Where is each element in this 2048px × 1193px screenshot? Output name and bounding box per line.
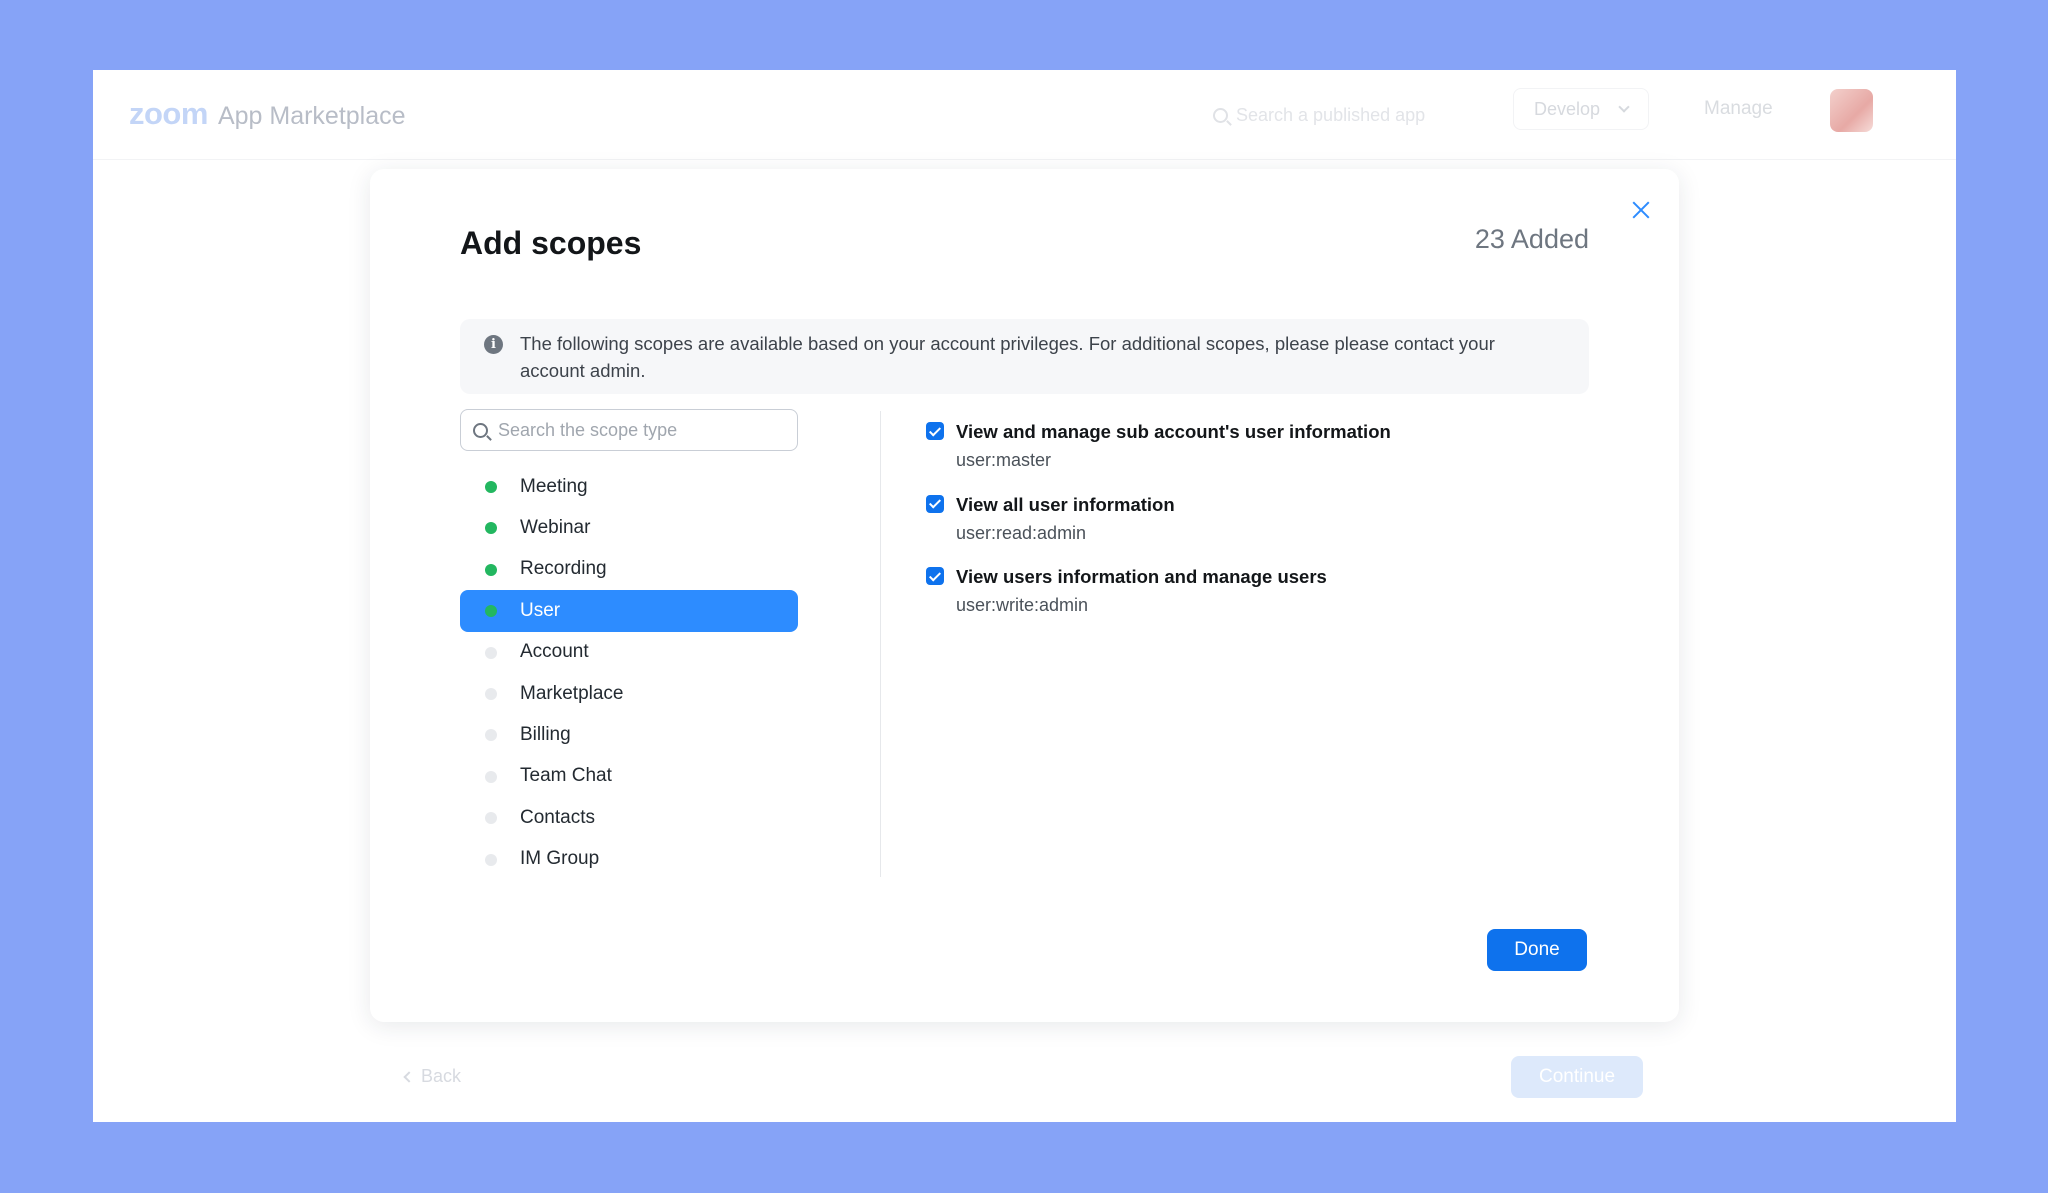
scope-search-input[interactable] [498,419,788,441]
scope-item: View and manage sub account's user infor… [926,419,1606,492]
category-label: Meeting [520,475,588,497]
dialog-title: Add scopes [460,225,642,261]
search-icon [1213,107,1228,123]
status-dot [485,563,497,576]
category-label: Webinar [520,517,591,539]
info-text: The following scopes are available based… [520,333,1495,381]
avatar[interactable] [1830,89,1873,132]
scope-checkbox[interactable] [926,494,944,513]
search-icon [473,422,488,438]
category-label: IM Group [520,848,600,870]
info-icon: i [484,335,503,354]
chevron-left-icon [403,1070,415,1083]
category-item[interactable]: Recording [460,549,798,590]
add-scopes-dialog: Add scopes 23 Added i The following scop… [370,169,1679,1022]
close-icon[interactable] [1627,196,1655,224]
scope-title: View all user information [956,493,1175,515]
manage-link[interactable]: Manage [1704,98,1773,120]
status-dot [485,522,497,535]
status-dot [485,729,497,742]
category-label: Recording [520,558,607,580]
scope-code: user:write:admin [956,595,1089,615]
scope-item: View all user information user:read:admi… [926,492,1606,565]
scope-title: View and manage sub account's user infor… [956,421,1391,442]
develop-dropdown[interactable]: Develop [1513,88,1649,130]
app-search[interactable]: Search a published app [1213,98,1453,132]
category-label: Marketplace [520,682,624,704]
status-dot [485,853,497,866]
zoom-logo: zoom [129,96,208,131]
category-label: Contacts [520,806,595,828]
app-search-placeholder: Search a published app [1236,104,1426,125]
status-dot [485,646,497,659]
category-item[interactable]: Meeting [460,466,798,507]
continue-button[interactable]: Continue [1511,1056,1643,1098]
status-dot [485,812,497,825]
category-item[interactable]: Contacts [460,797,798,838]
status-dot [485,687,497,700]
chevron-down-icon [1618,101,1630,113]
scope-title: View users information and manage users [956,566,1327,587]
brand[interactable]: zoom App Marketplace [129,96,406,132]
scope-search[interactable] [460,409,798,451]
scope-code: user:master [956,450,1052,470]
scope-item: View users information and manage users … [926,564,1606,637]
category-label: Team Chat [520,765,612,787]
category-item[interactable]: Account [460,632,798,673]
scope-category-list: Meeting Webinar Recording User Account M… [460,466,798,880]
scope-checkbox[interactable] [926,422,944,440]
done-button[interactable]: Done [1487,929,1587,971]
info-banner: i The following scopes are available bas… [460,319,1589,394]
status-dot [485,605,497,618]
scope-checkbox[interactable] [926,567,944,585]
column-divider [880,411,881,877]
status-dot [485,770,497,783]
category-label: Billing [520,724,571,746]
scope-code: user:read:admin [956,522,1087,543]
category-item[interactable]: User [460,590,798,632]
top-navigation: zoom App Marketplace Search a published … [93,70,1956,160]
category-label: Account [520,641,589,663]
scope-list: View and manage sub account's user infor… [926,419,1606,637]
category-item[interactable]: Webinar [460,507,798,548]
category-item[interactable]: IM Group [460,839,798,880]
status-dot [485,481,497,493]
back-label: Back [421,1066,462,1086]
added-count: 23 Added [1474,224,1589,254]
category-item[interactable]: Team Chat [460,756,798,797]
back-link[interactable]: Back [403,1066,462,1087]
category-item[interactable]: Billing [460,714,798,755]
brand-name: App Marketplace [217,102,406,130]
develop-label: Develop [1534,98,1601,119]
category-item[interactable]: Marketplace [460,673,798,714]
category-label: User [520,599,561,621]
